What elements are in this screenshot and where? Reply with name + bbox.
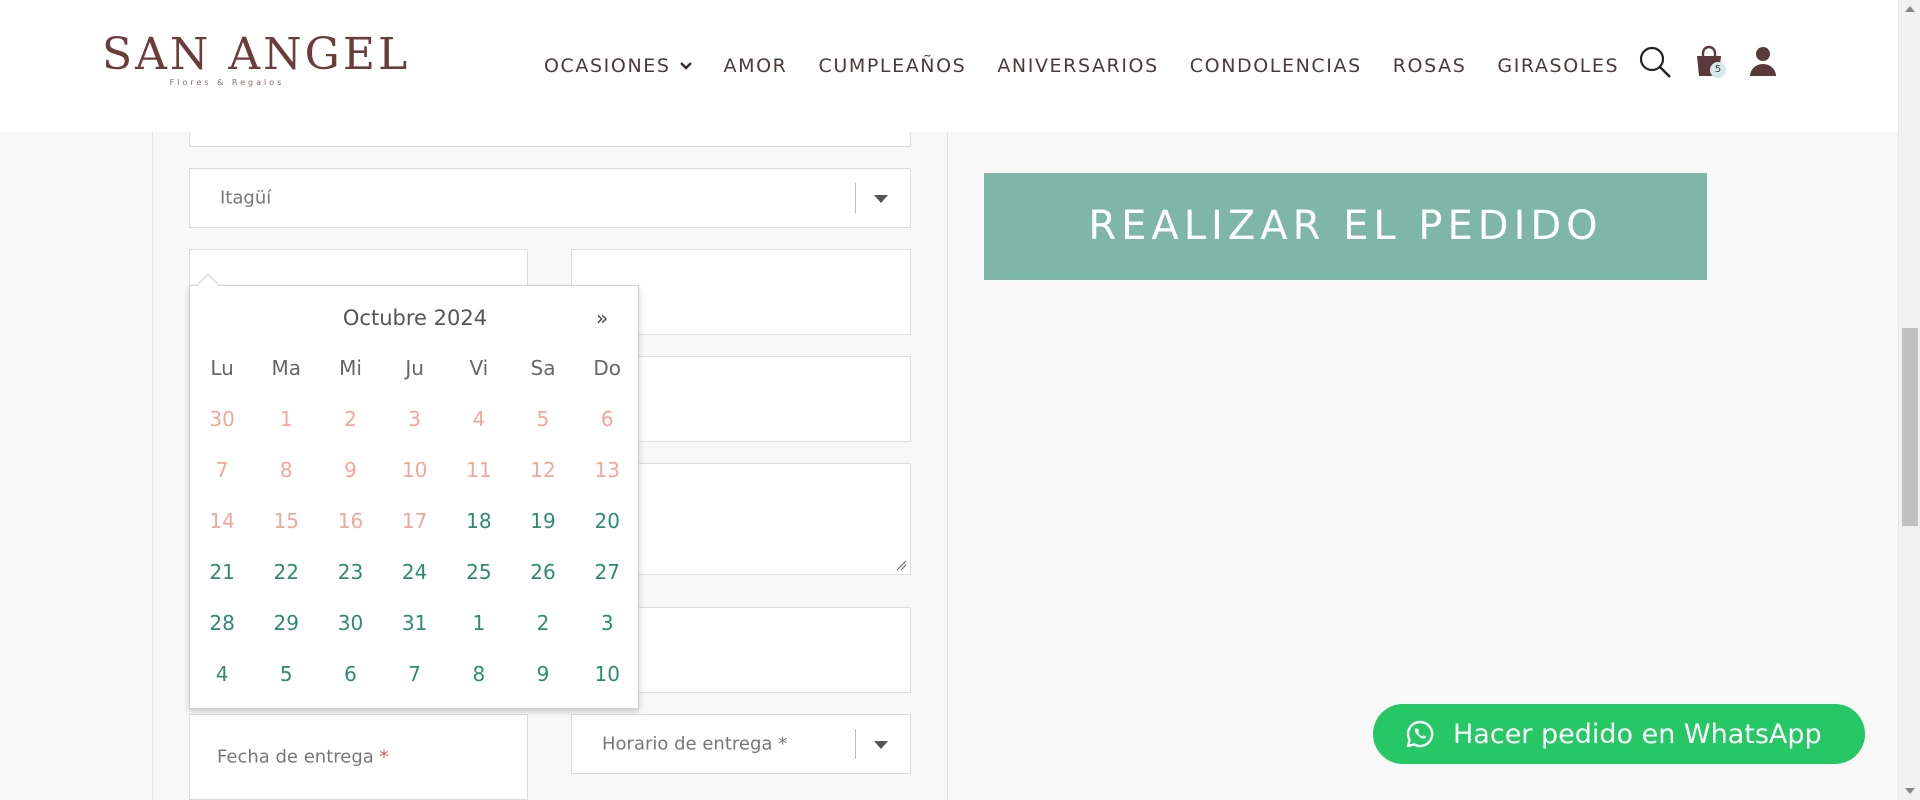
select-separator — [855, 183, 856, 213]
calendar-day-disabled: 5 — [536, 406, 550, 431]
datepicker-month-title: Octubre 2024 — [342, 306, 488, 330]
logo-text: SAN ANGEL — [102, 29, 411, 80]
chevron-down-icon — [679, 62, 692, 70]
select-separator — [855, 729, 856, 759]
weekday-label: Do — [593, 355, 622, 380]
calendar-day[interactable]: 6 — [318, 662, 382, 686]
nav-item-ocasiones[interactable]: OCASIONES — [544, 55, 693, 77]
calendar-day-disabled: 8 — [279, 457, 293, 482]
calendar-day[interactable]: 21 — [190, 560, 254, 584]
calendar-week-row: 14 15 16 17 18 19 20 — [190, 495, 640, 546]
content-divider-left — [152, 132, 153, 800]
user-icon[interactable] — [1746, 44, 1780, 80]
nav-item-label: OCASIONES — [544, 55, 671, 77]
calendar-day-disabled: 4 — [472, 406, 486, 431]
delivery-date-field[interactable]: Fecha de entrega * — [189, 714, 528, 800]
delivery-time-select[interactable]: Horario de entrega * — [571, 714, 911, 774]
weekday-label: Lu — [210, 355, 234, 380]
scrollbar-thumb[interactable] — [1902, 328, 1918, 526]
calendar-day[interactable]: 5 — [254, 662, 318, 686]
nav-item-amor[interactable]: AMOR — [724, 55, 788, 77]
weekday-label: Sa — [530, 355, 556, 380]
calendar-day[interactable]: 31 — [383, 611, 447, 635]
content-divider-middle — [947, 132, 948, 800]
cart-icon[interactable]: 5 — [1692, 44, 1726, 80]
calendar-day[interactable]: 9 — [511, 662, 575, 686]
calendar-day-disabled: 15 — [273, 508, 299, 533]
caret-down-icon — [874, 741, 888, 749]
calendar-day-disabled: 1 — [279, 406, 293, 431]
caret-down-icon — [874, 195, 888, 203]
city-select[interactable]: Itagüí — [189, 168, 911, 228]
main-nav: OCASIONES AMOR CUMPLEAÑOS ANIVERSARIOS C… — [544, 55, 1619, 77]
scroll-down-arrow-icon[interactable] — [1905, 788, 1915, 794]
weekday-label: Mi — [339, 355, 362, 380]
datepicker-popup: Octubre 2024 » Lu Ma Mi Ju Vi Sa Do 30 1 2… — [189, 273, 640, 709]
calendar-day-disabled: 12 — [530, 457, 556, 482]
calendar-day[interactable]: 7 — [383, 662, 447, 686]
calendar-day[interactable]: 28 — [190, 611, 254, 635]
calendar-day[interactable]: 27 — [575, 560, 639, 584]
calendar-week-row: 28 29 30 31 1 2 3 — [190, 597, 640, 648]
site-header: SAN ANGEL Flores & Regalos OCASIONES AMO… — [0, 0, 1898, 132]
calendar-day-disabled: 10 — [401, 457, 428, 482]
calendar-day[interactable]: 29 — [254, 611, 318, 635]
weekday-label: Ju — [405, 355, 424, 380]
calendar-day[interactable]: 19 — [511, 509, 575, 533]
calendar-day[interactable]: 24 — [383, 560, 447, 584]
calendar-day[interactable]: 20 — [575, 509, 639, 533]
delivery-date-placeholder: Fecha de entrega * — [217, 746, 389, 768]
city-select-value: Itagüí — [220, 187, 272, 209]
calendar-day[interactable]: 10 — [575, 662, 639, 686]
calendar-week-row: 30 1 2 3 4 5 6 — [190, 393, 640, 444]
resize-grip-icon[interactable] — [895, 559, 907, 571]
calendar-day[interactable]: 1 — [447, 611, 511, 635]
header-icons: 5 — [1638, 44, 1780, 80]
calendar-day-disabled: 7 — [215, 457, 229, 482]
cart-count-badge: 5 — [1710, 62, 1726, 78]
calendar-day[interactable]: 8 — [447, 662, 511, 686]
nav-item-aniversarios[interactable]: ANIVERSARIOS — [997, 55, 1158, 77]
delivery-time-placeholder: Horario de entrega * — [602, 733, 788, 755]
nav-item-cumpleanos[interactable]: CUMPLEAÑOS — [818, 55, 966, 77]
weekday-label: Ma — [271, 355, 302, 380]
place-order-button[interactable]: REALIZAR EL PEDIDO — [984, 173, 1707, 280]
calendar-day-disabled: 14 — [209, 508, 235, 533]
datepicker-grid: Lu Ma Mi Ju Vi Sa Do 30 1 2 3 4 5 6 7 8 9 10 11 12 13… — [190, 342, 640, 699]
whatsapp-icon — [1406, 720, 1434, 748]
calendar-day-disabled: 17 — [401, 508, 428, 533]
calendar-day-disabled: 3 — [408, 406, 422, 431]
whatsapp-button-label: Hacer pedido en WhatsApp — [1453, 718, 1822, 750]
calendar-week-row: 21 22 23 24 25 26 27 — [190, 546, 640, 597]
calendar-day-disabled: 13 — [594, 457, 620, 482]
calendar-day-disabled: 9 — [344, 457, 357, 482]
calendar-day[interactable]: 25 — [447, 560, 511, 584]
calendar-day-disabled: 6 — [600, 406, 614, 431]
weekday-label: Vi — [469, 355, 489, 380]
datepicker-next-button[interactable]: » — [596, 306, 608, 330]
calendar-week-row: 4 5 6 7 8 9 10 — [190, 648, 640, 699]
calendar-day[interactable]: 30 — [318, 611, 382, 635]
site-logo[interactable]: SAN ANGEL Flores & Regalos — [102, 29, 411, 88]
calendar-day-disabled: 11 — [466, 457, 492, 482]
calendar-day-disabled: 16 — [337, 508, 364, 533]
calendar-day[interactable]: 4 — [190, 662, 254, 686]
calendar-day-disabled: 30 — [209, 406, 235, 431]
weekday-header-row: Lu Ma Mi Ju Vi Sa Do — [190, 342, 640, 393]
calendar-day[interactable]: 26 — [511, 560, 575, 584]
nav-item-rosas[interactable]: ROSAS — [1393, 55, 1467, 77]
calendar-week-row: 7 8 9 10 11 12 13 — [190, 444, 640, 495]
scroll-up-arrow-icon[interactable] — [1905, 6, 1915, 12]
search-icon[interactable] — [1638, 44, 1672, 80]
whatsapp-order-button[interactable]: Hacer pedido en WhatsApp — [1373, 704, 1865, 764]
calendar-day[interactable]: 23 — [318, 560, 382, 584]
nav-item-girasoles[interactable]: GIRASOLES — [1497, 55, 1619, 77]
nav-item-condolencias[interactable]: CONDOLENCIAS — [1190, 55, 1362, 77]
calendar-day-disabled: 2 — [344, 406, 357, 431]
page-scrollbar[interactable] — [1898, 0, 1920, 800]
calendar-day[interactable]: 18 — [447, 509, 511, 533]
calendar-day[interactable]: 3 — [575, 611, 639, 635]
calendar-day[interactable]: 22 — [254, 560, 318, 584]
calendar-day[interactable]: 2 — [511, 611, 575, 635]
